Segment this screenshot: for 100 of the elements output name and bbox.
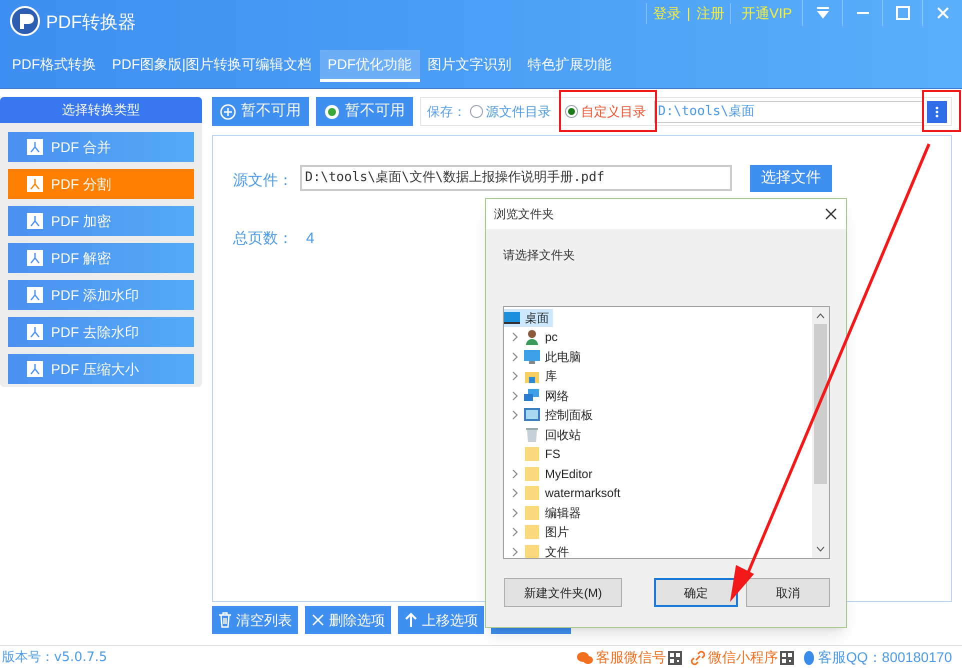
chevron-right-icon[interactable]: [510, 390, 520, 401]
monitor-icon: [524, 348, 540, 365]
pdf-icon: [27, 324, 43, 340]
login-link[interactable]: 登录: [646, 2, 687, 24]
register-link[interactable]: 注册: [690, 2, 730, 24]
support-link[interactable]: 客服QQ：800180170: [802, 647, 952, 668]
chevron-right-icon[interactable]: [510, 508, 520, 518]
dialog-button[interactable]: 取消: [746, 578, 830, 607]
sidebar-item[interactable]: PDF 添加水印: [8, 280, 194, 310]
chevron-right-icon[interactable]: [510, 488, 520, 498]
tab[interactable]: 特色扩展功能: [520, 50, 620, 82]
page-count-value: 4: [306, 229, 314, 249]
menu-icon: [816, 6, 830, 20]
sidebar-item[interactable]: PDF 解密: [8, 243, 194, 273]
chevron-right-icon[interactable]: [510, 527, 520, 538]
chevron-right-icon[interactable]: [510, 468, 520, 479]
list-button[interactable]: 删除选项: [305, 606, 391, 634]
more-icon: [935, 106, 939, 118]
sidebar-item[interactable]: PDF 合并: [8, 132, 194, 162]
pdf-icon: [27, 213, 43, 229]
list-button[interactable]: 清空列表: [212, 606, 298, 634]
sidebar-title: 选择转换类型: [0, 97, 202, 123]
radio-option[interactable]: 自定义目录: [565, 102, 646, 122]
trash-icon: [218, 612, 232, 628]
chevron-right-icon[interactable]: [510, 332, 520, 342]
tab[interactable]: PDF图象版|图片转换可编辑文档: [104, 50, 320, 82]
dialog-prompt: 请选择文件夹: [503, 247, 575, 264]
tree-item[interactable]: pc: [524, 328, 562, 346]
pdf-icon: [27, 287, 43, 303]
tree-item[interactable]: 桌面: [504, 308, 553, 327]
user-icon: [524, 329, 540, 346]
radio-button[interactable]: [565, 105, 578, 118]
chevron-right-icon[interactable]: [510, 352, 520, 362]
source-file-field[interactable]: D:\tools\桌面\文件\数据上报操作说明手册.pdf: [300, 165, 732, 191]
unavailable-button[interactable]: 暂不可用: [316, 97, 413, 126]
folder-icon: [524, 544, 540, 558]
trash-icon: [524, 426, 540, 443]
pdf-icon: [27, 139, 43, 155]
chevron-right-icon[interactable]: [510, 546, 520, 557]
version-text: 版本号：v5.0.7.5: [2, 648, 108, 667]
close-icon: [311, 613, 325, 627]
pdf-icon: [27, 250, 43, 266]
tree-item[interactable]: 网络: [524, 386, 573, 405]
separator-text: |: [686, 4, 690, 23]
folder-icon: [524, 485, 540, 502]
tree-item[interactable]: 库: [524, 367, 561, 386]
tree-item[interactable]: MyEditor: [524, 464, 596, 483]
tree-item[interactable]: 回收站: [524, 426, 585, 444]
sidebar-item[interactable]: PDF 去除水印: [8, 317, 194, 347]
chat-bubbles-icon: [576, 650, 594, 664]
dialog-title: 浏览文件夹: [494, 206, 554, 223]
up-arrow-icon: [404, 612, 418, 628]
network-icon: [524, 388, 540, 404]
maximize-icon: [896, 6, 910, 20]
tab[interactable]: 图片文字识别: [420, 50, 520, 82]
highlight-frame: [922, 90, 961, 132]
tree-item[interactable]: 编辑器: [524, 504, 585, 522]
tab[interactable]: PDF优化功能: [320, 50, 420, 82]
tree-item[interactable]: 图片: [524, 523, 573, 542]
dialog-button[interactable]: 确定: [654, 578, 738, 607]
folder-icon: [524, 524, 540, 540]
tree-item[interactable]: watermarksoft: [524, 484, 624, 502]
tree-item[interactable]: FS: [524, 445, 564, 464]
tree-item[interactable]: 控制面板: [524, 406, 597, 424]
chevron-up-icon: [816, 313, 825, 319]
pdf-icon: [27, 361, 43, 377]
sidebar-item[interactable]: PDF 压缩大小: [8, 354, 194, 384]
panel-icon: [524, 407, 540, 424]
radio-option[interactable]: 源文件目录: [470, 102, 551, 122]
support-link[interactable]: 客服微信号: [576, 647, 682, 668]
more-button[interactable]: [927, 100, 947, 122]
pdf-icon: [27, 176, 43, 192]
unavailable-button[interactable]: 暂不可用: [212, 97, 309, 126]
close-icon: [825, 208, 837, 220]
folder-icon: [524, 504, 540, 521]
vip-link[interactable]: 开通VIP: [730, 2, 802, 24]
qr-code-icon: [668, 650, 682, 664]
scrollbar-thumb[interactable]: [814, 324, 827, 484]
list-button[interactable]: 上移选项: [398, 606, 484, 634]
support-link[interactable]: 微信小程序: [690, 647, 794, 668]
tree-item[interactable]: 此电脑: [524, 348, 585, 366]
app-logo-icon: [10, 6, 40, 36]
tree-item[interactable]: 文件: [524, 542, 573, 558]
close-icon: [936, 6, 950, 20]
dialog-button[interactable]: 新建文件夹(M): [504, 578, 622, 607]
tab[interactable]: PDF格式转换: [4, 50, 104, 82]
source-label: 源文件：: [233, 171, 293, 191]
plus-circle-icon: [220, 104, 236, 120]
path-field[interactable]: D:\tools\桌面: [654, 100, 923, 122]
save-label: 保存：: [427, 102, 466, 121]
window-title: PDF转换器: [46, 11, 136, 34]
link-icon: [690, 650, 706, 666]
chevron-right-icon[interactable]: [510, 371, 520, 382]
sidebar-item[interactable]: PDF 加密: [8, 206, 194, 236]
sidebar-item[interactable]: PDF 分割: [8, 169, 194, 199]
page-count-label: 总页数：: [233, 229, 293, 249]
radio-button[interactable]: [470, 105, 483, 118]
choose-file-button[interactable]: 选择文件: [750, 165, 832, 192]
chevron-right-icon[interactable]: [510, 410, 520, 420]
scrollbar[interactable]: [812, 307, 829, 558]
